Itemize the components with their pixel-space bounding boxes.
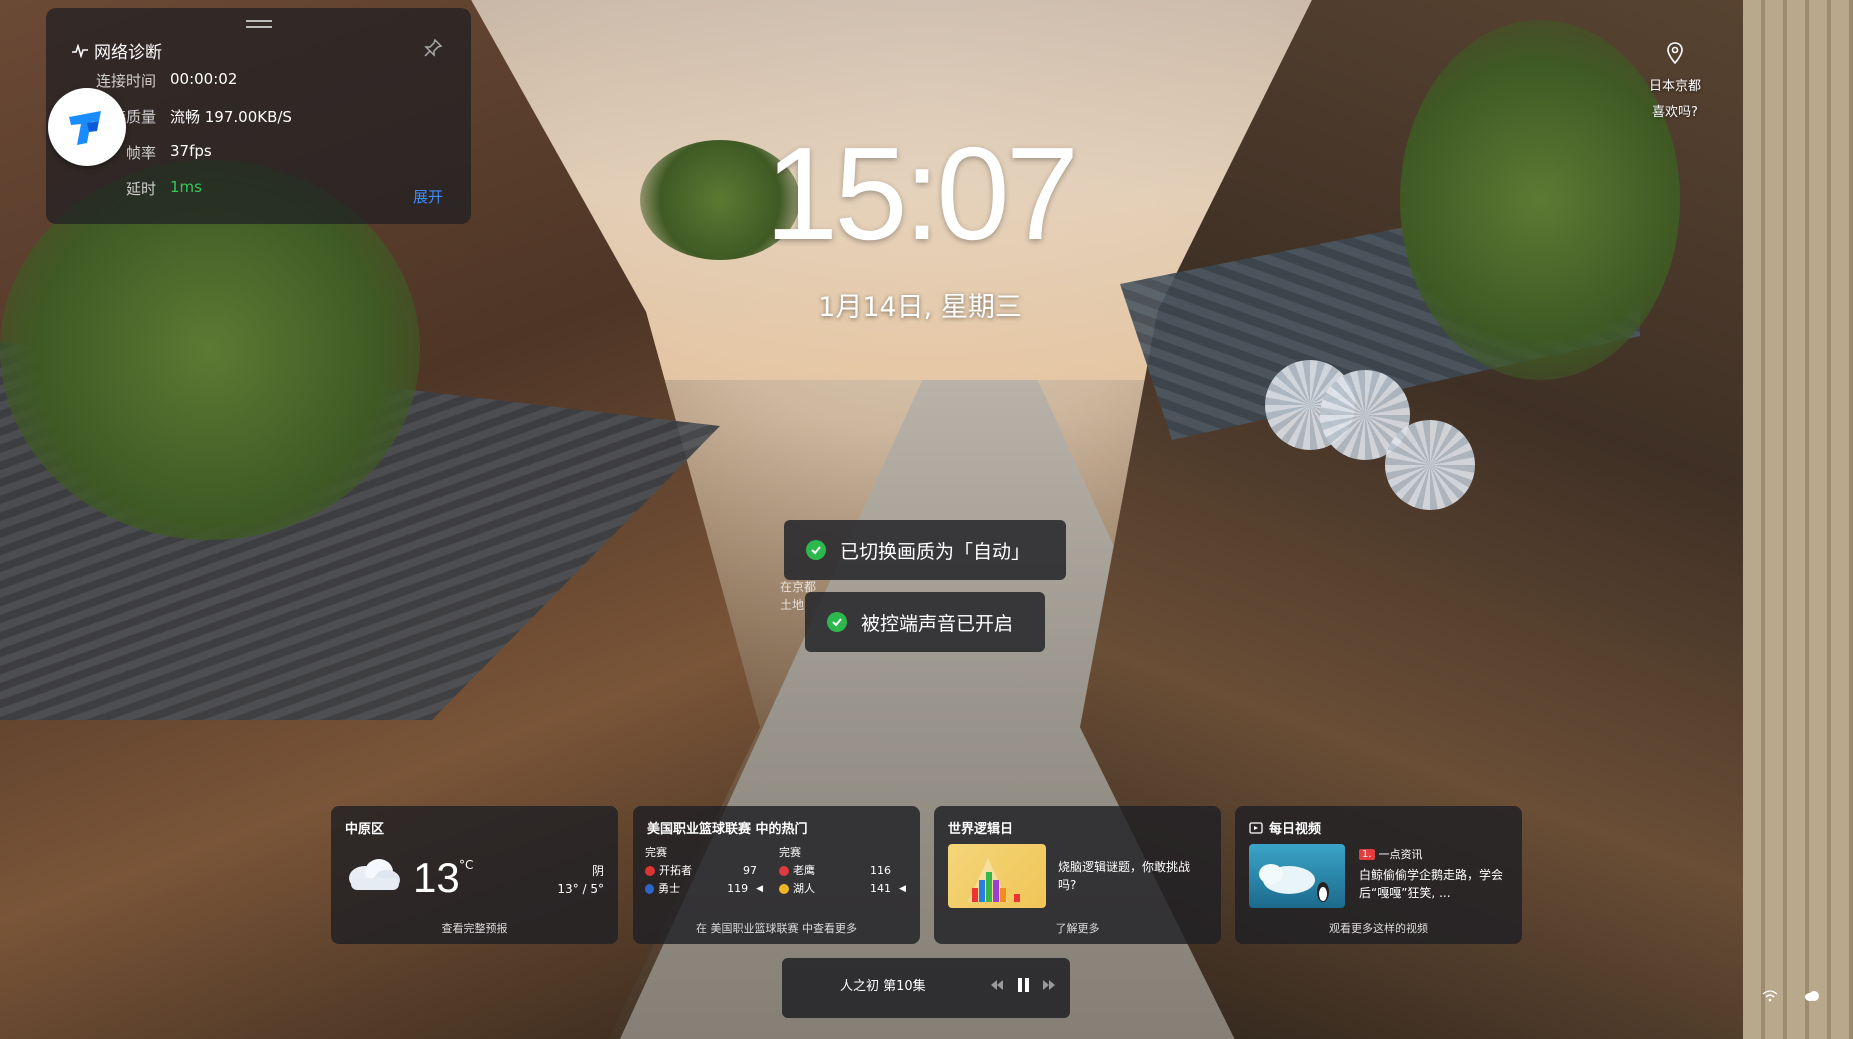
wifi-icon[interactable]	[1762, 990, 1778, 1006]
weather-range: 13° / 5°	[557, 882, 604, 896]
team-logo-icon	[645, 866, 655, 876]
nba-team-row: 老鹰 116	[779, 862, 909, 880]
next-icon[interactable]	[1040, 976, 1058, 994]
wallpaper-bamboo-fence	[1743, 0, 1853, 1039]
media-player: 人之初 第10集	[782, 958, 1070, 1018]
beluga-video-thumbnail[interactable]	[1249, 844, 1345, 908]
nba-team-name: 老鹰	[793, 864, 815, 877]
world-card-text: 烧脑逻辑谜题，你敢挑战吗?	[1058, 860, 1191, 892]
pulse-icon	[72, 43, 88, 58]
nba-team-name: 湖人	[793, 882, 815, 895]
diagnostics-title: 网络诊断	[72, 38, 162, 63]
cloud-tray-icon[interactable]	[1804, 990, 1820, 1006]
world-card-title: 世界逻辑日	[948, 822, 1014, 837]
diag-value: 流畅 197.00KB/S	[170, 108, 292, 126]
pause-icon[interactable]	[1014, 976, 1032, 994]
clock-date: 1月14日, 星期三	[818, 292, 1022, 323]
player-title: 人之初 第10集	[840, 979, 926, 994]
diag-row-latency: 延时 1ms	[46, 178, 202, 199]
nba-game[interactable]: 完赛 老鹰 116 湖人 141 ◀	[779, 844, 909, 898]
nba-team-score: 97	[743, 864, 757, 877]
nba-card[interactable]: 美国职业篮球联赛 中的热门 完赛 开拓者 97 勇士 119 ◀ 完赛 老鹰 1…	[633, 806, 920, 944]
app-logo[interactable]	[48, 88, 126, 166]
nba-team-name: 勇士	[658, 882, 681, 895]
todesk-logo-icon	[69, 111, 101, 145]
weather-condition-text: 阴	[591, 864, 604, 878]
daily-video-card[interactable]: 每日视频 1. 一点资讯 白鲸偷偷学企鹅走路，学会后“嘎嘎”狂笑, ... 观看…	[1235, 806, 1522, 944]
weather-temperature: 13	[413, 854, 460, 901]
nba-team-row: 勇士 119 ◀	[645, 880, 763, 898]
wallpaper-umbrella	[1385, 420, 1475, 510]
logic-puzzle-thumbnail	[948, 844, 1046, 908]
location-pin-icon	[1667, 42, 1683, 64]
team-logo-icon	[779, 866, 789, 876]
video-icon	[1249, 821, 1263, 834]
location-widget[interactable]: 日本京都 喜欢吗?	[1640, 42, 1710, 126]
nba-game-status: 完赛	[779, 846, 801, 859]
cloud-icon	[349, 859, 400, 890]
winner-arrow-icon: ◀	[756, 884, 763, 894]
video-source-name: 一点资讯	[1378, 848, 1423, 861]
diag-value: 00:00:02	[170, 70, 238, 88]
nba-team-row: 开拓者 97	[645, 862, 763, 880]
nba-game-status: 完赛	[645, 846, 667, 859]
world-learn-more-link[interactable]: 了解更多	[934, 920, 1221, 936]
weather-unit: °C	[459, 858, 474, 872]
video-source: 1. 一点资讯	[1359, 846, 1423, 862]
video-card-title-label: 每日视频	[1269, 822, 1322, 837]
nba-team-score: 141	[870, 882, 891, 895]
diag-value: 37fps	[170, 142, 212, 160]
wallpaper-tree	[1400, 20, 1680, 380]
clock-time: 15:07	[764, 120, 1079, 267]
location-place: 日本京都	[1648, 79, 1701, 94]
check-circle-icon	[806, 540, 826, 560]
toast-quality-switched: 已切换画质为「自动」	[784, 520, 1066, 580]
diag-key: 延时	[125, 180, 156, 198]
team-logo-icon	[645, 884, 655, 894]
diag-row-connection-time: 连接时间 00:00:02	[46, 70, 237, 91]
expand-button[interactable]: 展开	[413, 186, 443, 207]
nba-team-row: 湖人 141 ◀	[779, 880, 909, 898]
video-card-title: 每日视频	[1249, 818, 1321, 837]
diag-key: 连接时间	[95, 72, 156, 90]
nba-team-score: 119	[727, 882, 749, 895]
previous-icon[interactable]	[988, 976, 1006, 994]
weather-card-title: 中原区	[345, 822, 385, 837]
weather-card[interactable]: 中原区 13 °C 阴 13° / 5° 查看完整预报	[331, 806, 618, 944]
winner-arrow-icon: ◀	[899, 884, 906, 894]
nba-game[interactable]: 完赛 开拓者 97 勇士 119 ◀	[645, 844, 763, 898]
weather-forecast-link[interactable]: 查看完整预报	[331, 920, 618, 936]
video-more-link[interactable]: 观看更多这样的视频	[1235, 920, 1522, 936]
diag-value: 1ms	[170, 178, 202, 196]
check-circle-icon	[827, 612, 847, 632]
world-logic-day-card[interactable]: 世界逻辑日 烧脑逻辑谜题，你敢挑战吗? 了解更多	[934, 806, 1221, 944]
video-source-badge: 1.	[1359, 848, 1375, 860]
pin-icon[interactable]	[423, 38, 443, 58]
toast-audio-enabled: 被控端声音已开启	[805, 592, 1045, 652]
drag-handle[interactable]	[246, 20, 272, 28]
toast-text: 被控端声音已开启	[861, 612, 1014, 635]
nba-team-name: 开拓者	[659, 864, 692, 877]
nba-team-score: 116	[870, 864, 891, 877]
video-card-text: 白鲸偷偷学企鹅走路，学会后“嘎嘎”狂笑, ...	[1359, 868, 1504, 900]
team-logo-icon	[779, 884, 789, 894]
diagnostics-title-label: 网络诊断	[94, 43, 162, 63]
location-question: 喜欢吗?	[1652, 105, 1698, 120]
nba-card-title: 美国职业篮球联赛 中的热门	[647, 822, 808, 837]
toast-text: 已切换画质为「自动」	[840, 540, 1031, 563]
weather-condition: 阴 13° / 5°	[557, 862, 604, 898]
nba-more-link[interactable]: 在 美国职业篮球联赛 中查看更多	[633, 920, 920, 936]
